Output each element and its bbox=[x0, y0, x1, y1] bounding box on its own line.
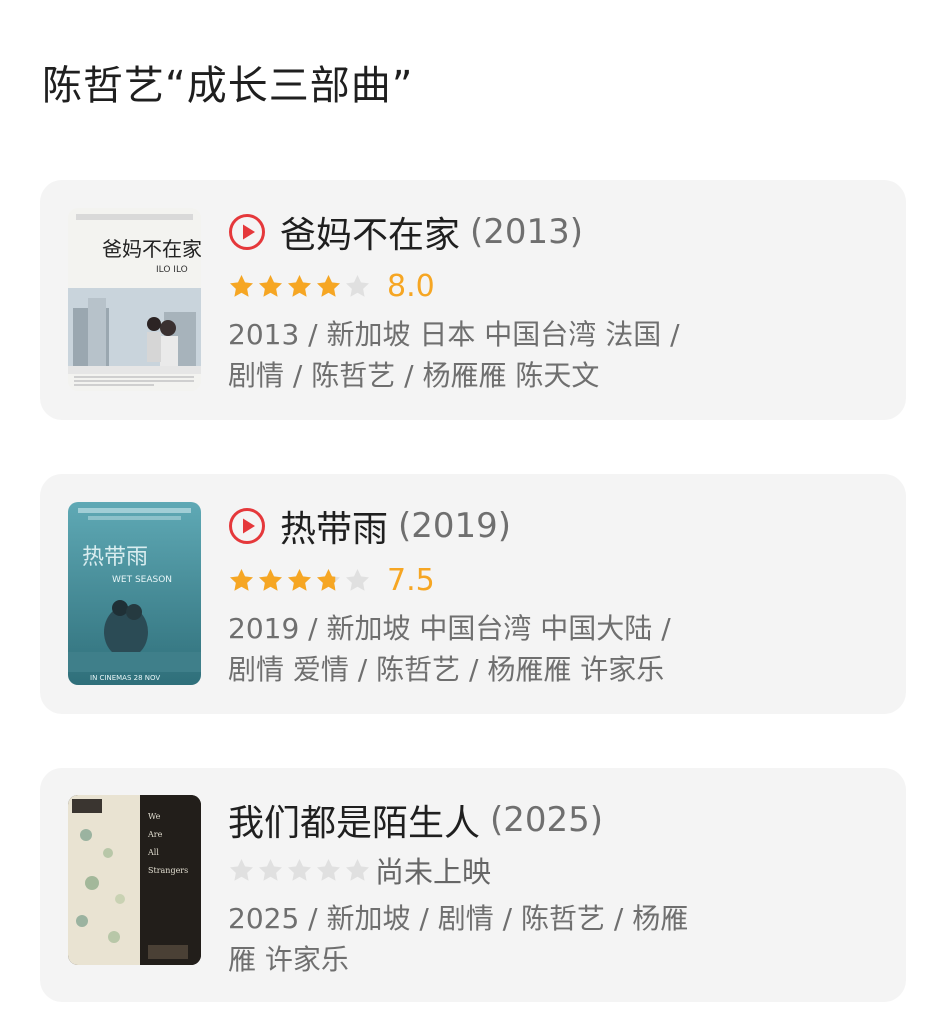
movie-meta: 2013 / 新加坡 日本 中国台湾 法国 / 剧情 / 陈哲艺 / 杨雁雁 陈… bbox=[228, 314, 886, 396]
meta-line: 2025 / 新加坡 / 剧情 / 陈哲艺 / 杨雁 bbox=[228, 902, 689, 935]
star-filled-icon bbox=[317, 274, 340, 297]
movie-meta: 2019 / 新加坡 中国台湾 中国大陆 / 剧情 爱情 / 陈哲艺 / 杨雁雁… bbox=[228, 608, 886, 690]
meta-line: 2013 / 新加坡 日本 中国台湾 法国 / bbox=[228, 318, 680, 351]
poster-image: 爸妈不在家 ILO ILO bbox=[68, 208, 201, 391]
star-filled-icon bbox=[230, 568, 253, 591]
star-filled-icon bbox=[259, 274, 282, 297]
movie-info: 热带雨 (2019) 7.5 2019 / 新加坡 中国台湾 中国大陆 / 剧情… bbox=[228, 502, 886, 690]
star-rating bbox=[228, 567, 373, 594]
movie-card[interactable]: 爸妈不在家 ILO ILO 爸妈不在家 (2013) 8.0 2013 / 新加… bbox=[40, 180, 906, 420]
star-empty-icon bbox=[288, 858, 311, 881]
movie-card[interactable]: 热带雨 WET SEASON IN CINEMAS 28 NOV 热带雨 (20… bbox=[40, 474, 906, 714]
movie-poster[interactable]: 爸妈不在家 ILO ILO bbox=[68, 208, 201, 391]
page-title: 陈哲艺“成长三部曲” bbox=[42, 63, 414, 109]
poster-title-text: 爸妈不在家 bbox=[102, 237, 201, 261]
meta-line: 剧情 / 陈哲艺 / 杨雁雁 陈天文 bbox=[228, 359, 600, 392]
poster-title-line: All bbox=[147, 848, 159, 857]
poster-title-line: Strangers bbox=[148, 866, 188, 875]
movie-year: (2013) bbox=[470, 212, 584, 252]
movie-title[interactable]: 我们都是陌生人 bbox=[228, 794, 480, 846]
poster-footer-text: IN CINEMAS 28 NOV bbox=[90, 674, 160, 682]
star-empty-icon bbox=[346, 568, 369, 591]
rating-score: 8.0 bbox=[387, 268, 435, 304]
star-empty-icon bbox=[230, 858, 253, 881]
movie-poster[interactable]: We Are All Strangers bbox=[68, 795, 201, 965]
star-empty-icon bbox=[346, 274, 369, 297]
star-filled-icon bbox=[288, 568, 311, 591]
release-status: 尚未上映 bbox=[375, 855, 492, 889]
movie-title-row[interactable]: 爸妈不在家 (2013) bbox=[228, 208, 886, 256]
star-rating bbox=[228, 857, 373, 884]
poster-subtitle-text: ILO ILO bbox=[156, 265, 188, 275]
poster-image: We Are All Strangers bbox=[68, 795, 201, 965]
star-filled-icon bbox=[230, 274, 253, 297]
star-empty-icon bbox=[259, 858, 282, 881]
star-filled-icon bbox=[259, 568, 282, 591]
poster-subtitle-text: WET SEASON bbox=[112, 575, 172, 585]
poster-title-line: Are bbox=[147, 830, 163, 839]
rating-score: 7.5 bbox=[387, 562, 435, 598]
movie-title[interactable]: 热带雨 bbox=[280, 500, 388, 552]
movie-card[interactable]: We Are All Strangers 我们都是陌生人 (2025) 尚未上映… bbox=[40, 768, 906, 1002]
movie-title-row[interactable]: 热带雨 (2019) bbox=[228, 502, 886, 550]
poster-image: 热带雨 WET SEASON IN CINEMAS 28 NOV bbox=[68, 502, 201, 685]
meta-line: 2019 / 新加坡 中国台湾 中国大陆 / bbox=[228, 612, 671, 645]
movie-poster[interactable]: 热带雨 WET SEASON IN CINEMAS 28 NOV bbox=[68, 502, 201, 685]
meta-line: 剧情 爱情 / 陈哲艺 / 杨雁雁 许家乐 bbox=[228, 653, 665, 686]
movie-title-row[interactable]: 我们都是陌生人 (2025) bbox=[228, 796, 886, 844]
poster-title-line: We bbox=[148, 812, 161, 821]
star-empty-icon bbox=[346, 858, 369, 881]
movie-title[interactable]: 爸妈不在家 bbox=[280, 206, 460, 258]
play-icon[interactable] bbox=[228, 213, 266, 251]
rating-row: 7.5 bbox=[228, 560, 886, 600]
movie-meta: 2025 / 新加坡 / 剧情 / 陈哲艺 / 杨雁 雁 许家乐 bbox=[228, 898, 886, 980]
star-half-icon bbox=[317, 568, 340, 591]
rating-row: 8.0 bbox=[228, 266, 886, 306]
movie-info: 爸妈不在家 (2013) 8.0 2013 / 新加坡 日本 中国台湾 法国 /… bbox=[228, 208, 886, 396]
rating-row: 尚未上映 bbox=[228, 850, 886, 890]
movie-info: 我们都是陌生人 (2025) 尚未上映 2025 / 新加坡 / 剧情 / 陈哲… bbox=[228, 796, 886, 980]
play-icon[interactable] bbox=[228, 507, 266, 545]
star-empty-icon bbox=[317, 858, 340, 881]
star-rating bbox=[228, 273, 373, 300]
star-filled-icon bbox=[288, 274, 311, 297]
poster-title-text: 热带雨 bbox=[82, 545, 148, 570]
movie-year: (2025) bbox=[490, 800, 604, 840]
movie-year: (2019) bbox=[398, 506, 512, 546]
meta-line: 雁 许家乐 bbox=[228, 943, 349, 976]
